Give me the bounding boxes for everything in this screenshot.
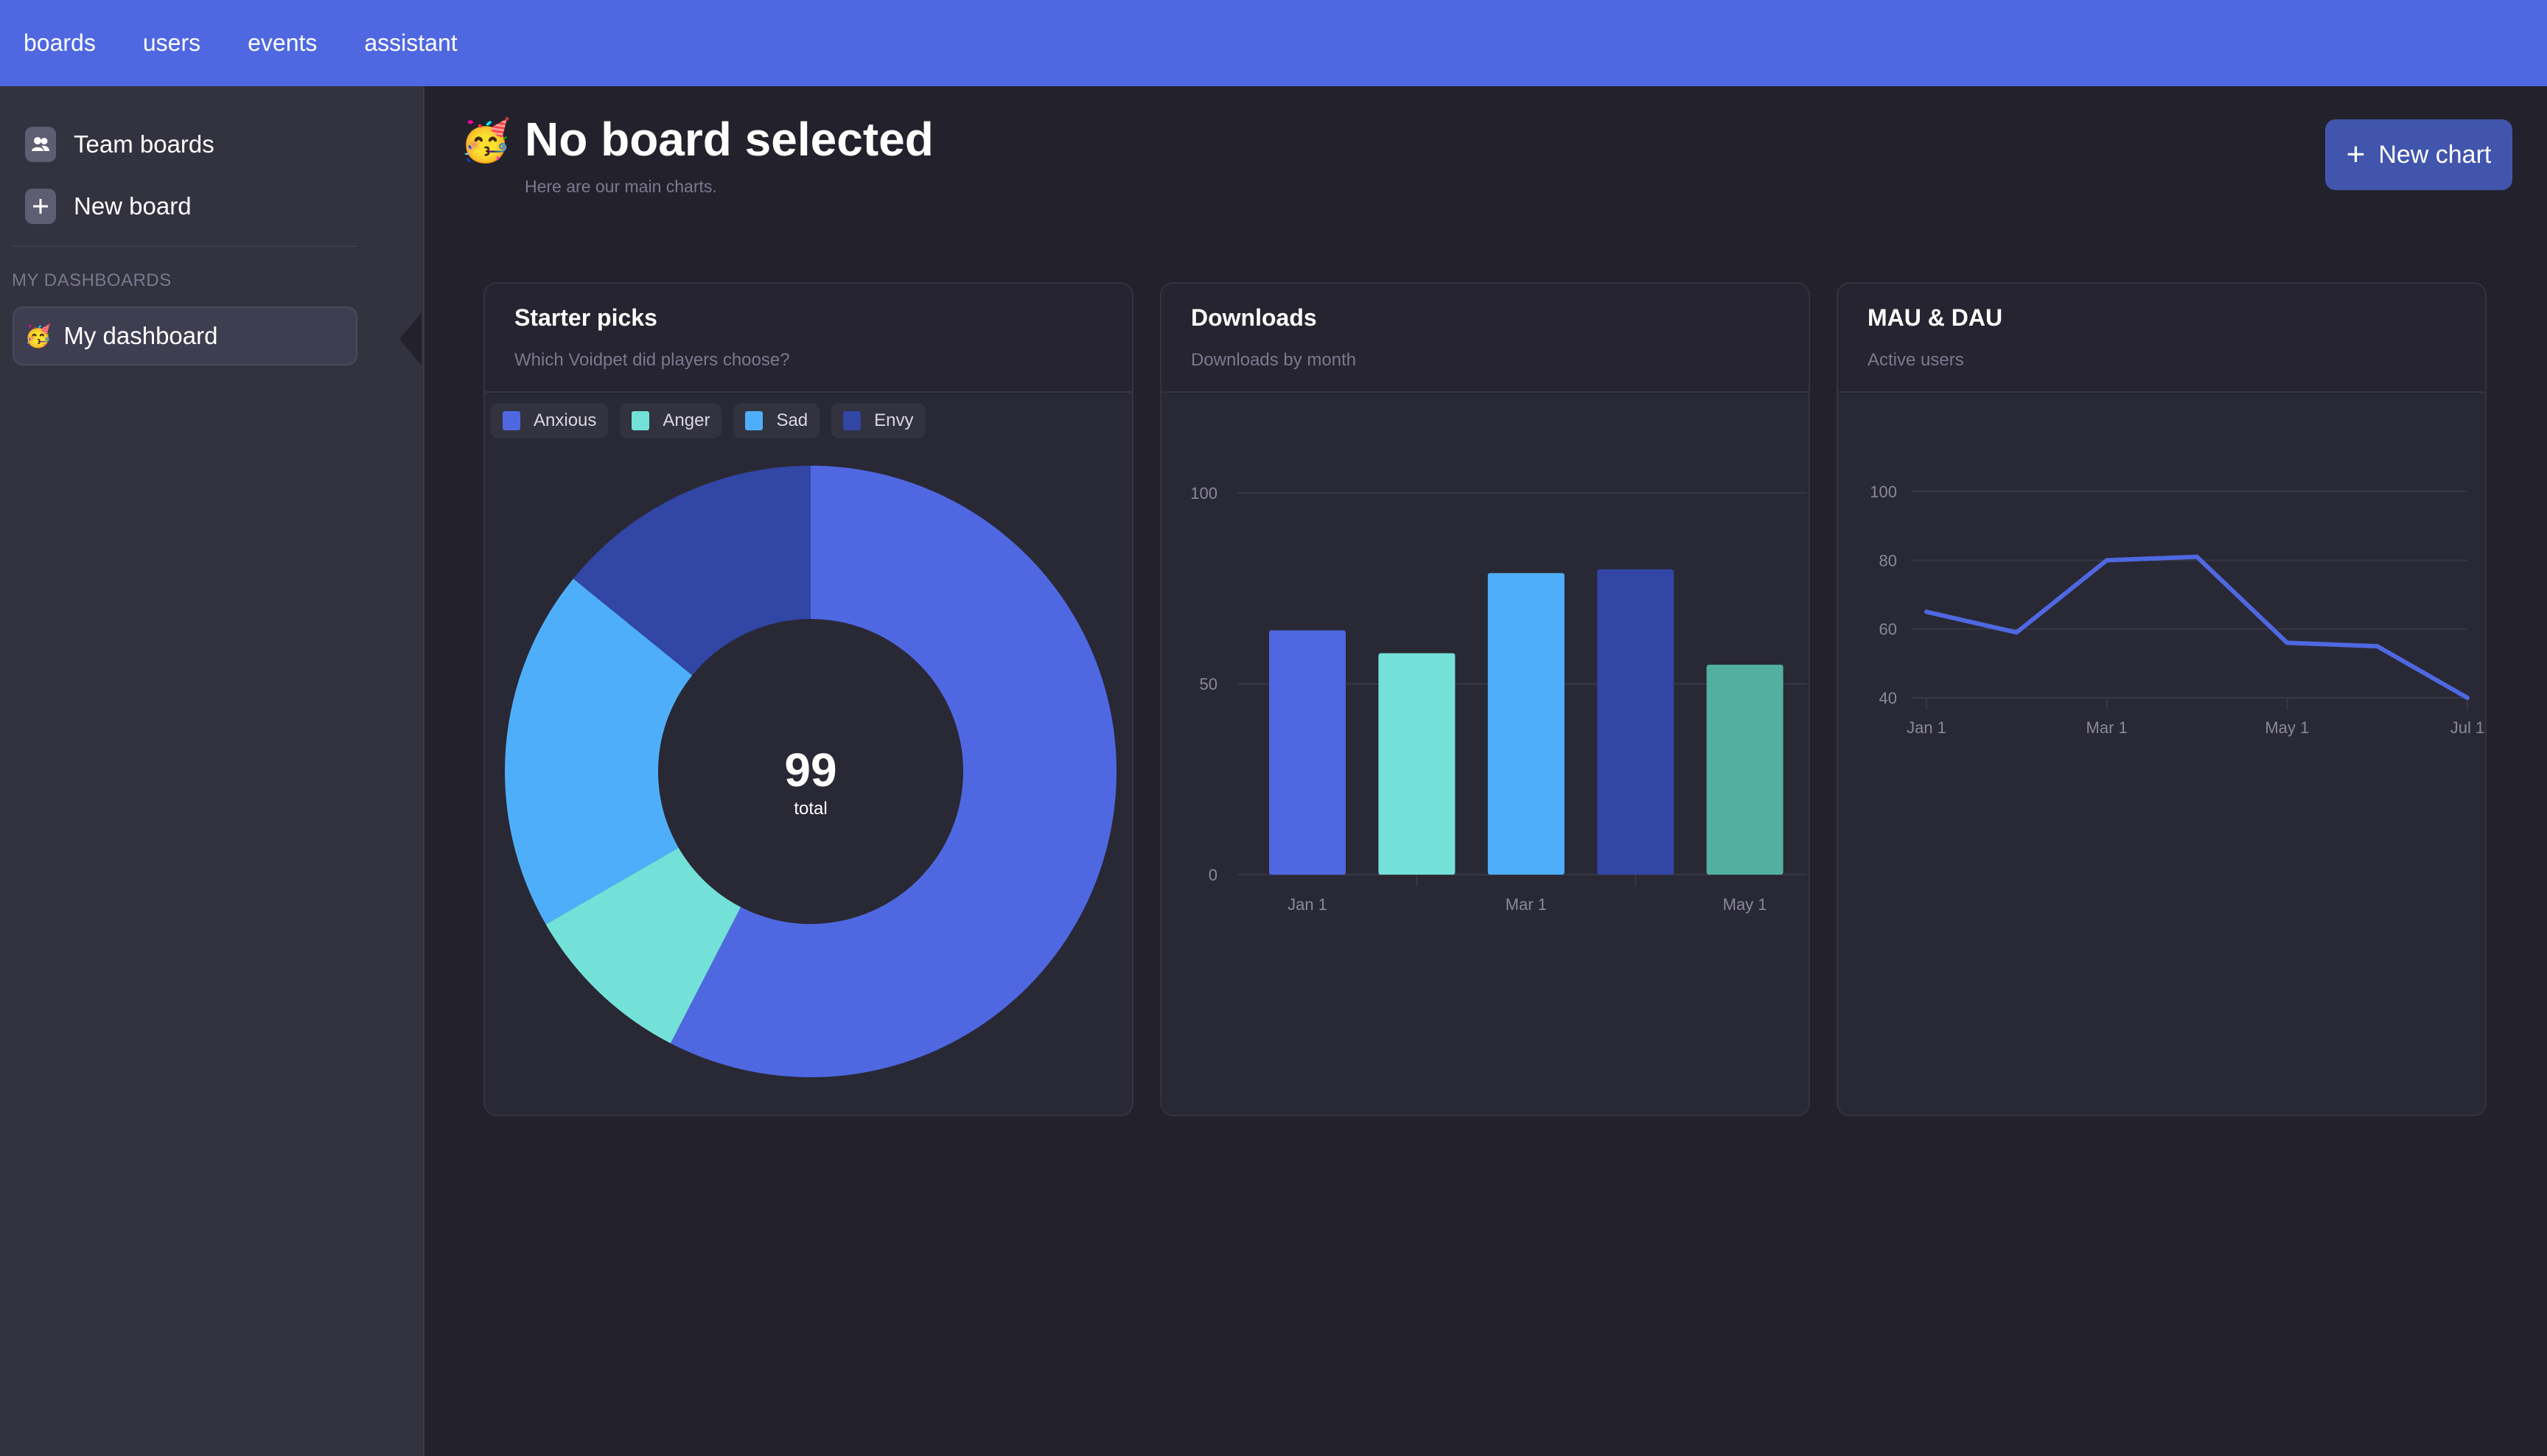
- new-board-label: New board: [74, 192, 192, 220]
- line-series-active-users[interactable]: [1924, 554, 2470, 700]
- nav-boards[interactable]: boards: [24, 29, 96, 57]
- plus-icon: +: [2346, 136, 2366, 172]
- team-boards-label: Team boards: [74, 130, 214, 158]
- y-tick-label: 0: [1209, 866, 1217, 884]
- legend-swatch: [632, 411, 650, 430]
- legend-swatch: [503, 411, 520, 430]
- legend-swatch: [745, 411, 764, 430]
- nav-events[interactable]: events: [248, 29, 317, 57]
- legend-item-envy[interactable]: Envy: [831, 403, 926, 438]
- new-board-button[interactable]: New board: [25, 189, 192, 224]
- x-tick-label: Jul 1: [2450, 718, 2484, 737]
- y-tick-label: 60: [1879, 620, 1897, 639]
- chart-card-starter-picks: Starter picks Which Voidpet did players …: [483, 282, 1133, 1116]
- x-tick-label: Mar 1: [2086, 718, 2128, 737]
- page-subtitle: Here are our main charts.: [525, 177, 717, 196]
- dashboard-label: My dashboard: [63, 322, 218, 349]
- y-tick-label: 100: [1870, 483, 1897, 501]
- card-title: Downloads: [1191, 304, 1317, 331]
- plus-icon: [25, 189, 56, 224]
- chart-card-downloads: Downloads Downloads by month 0 50 100 Jan 1…: [1160, 282, 1810, 1116]
- card-header: Starter picks Which Voidpet did players …: [485, 284, 1132, 393]
- page-title: No board selected: [525, 113, 934, 166]
- party-face-icon: 🥳: [24, 323, 52, 349]
- card-subtitle: Downloads by month: [1191, 350, 1357, 370]
- bar-feb-1[interactable]: [1378, 653, 1456, 875]
- card-title: MAU & DAU: [1868, 304, 2003, 331]
- legend-item-anxious[interactable]: Anxious: [491, 403, 609, 438]
- legend-label: Envy: [874, 410, 914, 430]
- chart-legend: Anxious Anger Sad Envy: [491, 403, 937, 438]
- x-tick-label: May 1: [2265, 718, 2309, 737]
- new-chart-button[interactable]: + New chart: [2325, 119, 2512, 190]
- y-tick-label: 50: [1200, 675, 1217, 693]
- card-subtitle: Active users: [1868, 350, 1964, 370]
- x-tick-label: Jan 1: [1288, 895, 1327, 914]
- legend-label: Anger: [663, 410, 710, 430]
- legend-item-anger[interactable]: Anger: [620, 403, 722, 438]
- donut-center-value: 99: [784, 743, 836, 797]
- legend-swatch: [843, 411, 862, 430]
- legend-label: Sad: [776, 410, 808, 430]
- card-header: MAU & DAU Active users: [1838, 284, 2485, 393]
- card-title: Starter picks: [514, 304, 657, 331]
- bar-jan-1[interactable]: [1269, 630, 1346, 875]
- sidebar-item-my-dashboard[interactable]: 🥳 My dashboard: [13, 307, 357, 365]
- line-chart: 40 60 80 100 Jan 1 Mar 1 May 1 Jul 1: [1870, 483, 2484, 737]
- bar-may-1[interactable]: [1706, 665, 1783, 875]
- donut-center-label: total: [794, 799, 827, 819]
- users-icon: [25, 127, 56, 162]
- y-tick-label: 40: [1879, 689, 1897, 707]
- chart-card-mau-dau: MAU & DAU Active users 40 60 80 100 Jan 1 Mar…: [1837, 282, 2487, 1116]
- new-chart-label: New chart: [2378, 140, 2492, 169]
- selection-pointer: [399, 312, 422, 365]
- top-nav: boards users events assistant: [0, 0, 2547, 86]
- legend-item-sad[interactable]: Sad: [733, 403, 820, 438]
- x-tick-label: Mar 1: [1506, 895, 1547, 914]
- y-tick-label: 100: [1190, 484, 1217, 503]
- team-boards-button[interactable]: Team boards: [25, 127, 214, 162]
- sidebar-divider: [12, 245, 358, 247]
- party-face-icon: 🥳: [460, 117, 511, 164]
- sidebar: Team boards New board MY DASHBOARDS 🥳 My…: [0, 86, 424, 1456]
- legend-label: Anxious: [534, 410, 597, 430]
- donut-chart: 99 total: [504, 466, 1117, 1077]
- bar-mar-1[interactable]: [1487, 573, 1565, 875]
- x-tick-label: Jan 1: [1907, 718, 1946, 737]
- y-tick-label: 80: [1879, 551, 1897, 570]
- nav-assistant[interactable]: assistant: [364, 29, 457, 57]
- bar-chart: 0 50 100 Jan 1 Mar 1 May 1: [1190, 484, 1807, 914]
- x-tick-label: May 1: [1723, 895, 1767, 914]
- card-subtitle: Which Voidpet did players choose?: [514, 350, 790, 370]
- card-header: Downloads Downloads by month: [1161, 284, 1809, 393]
- bar-apr-1[interactable]: [1597, 569, 1674, 875]
- my-dashboards-heading: MY DASHBOARDS: [12, 270, 172, 290]
- nav-users[interactable]: users: [143, 29, 200, 57]
